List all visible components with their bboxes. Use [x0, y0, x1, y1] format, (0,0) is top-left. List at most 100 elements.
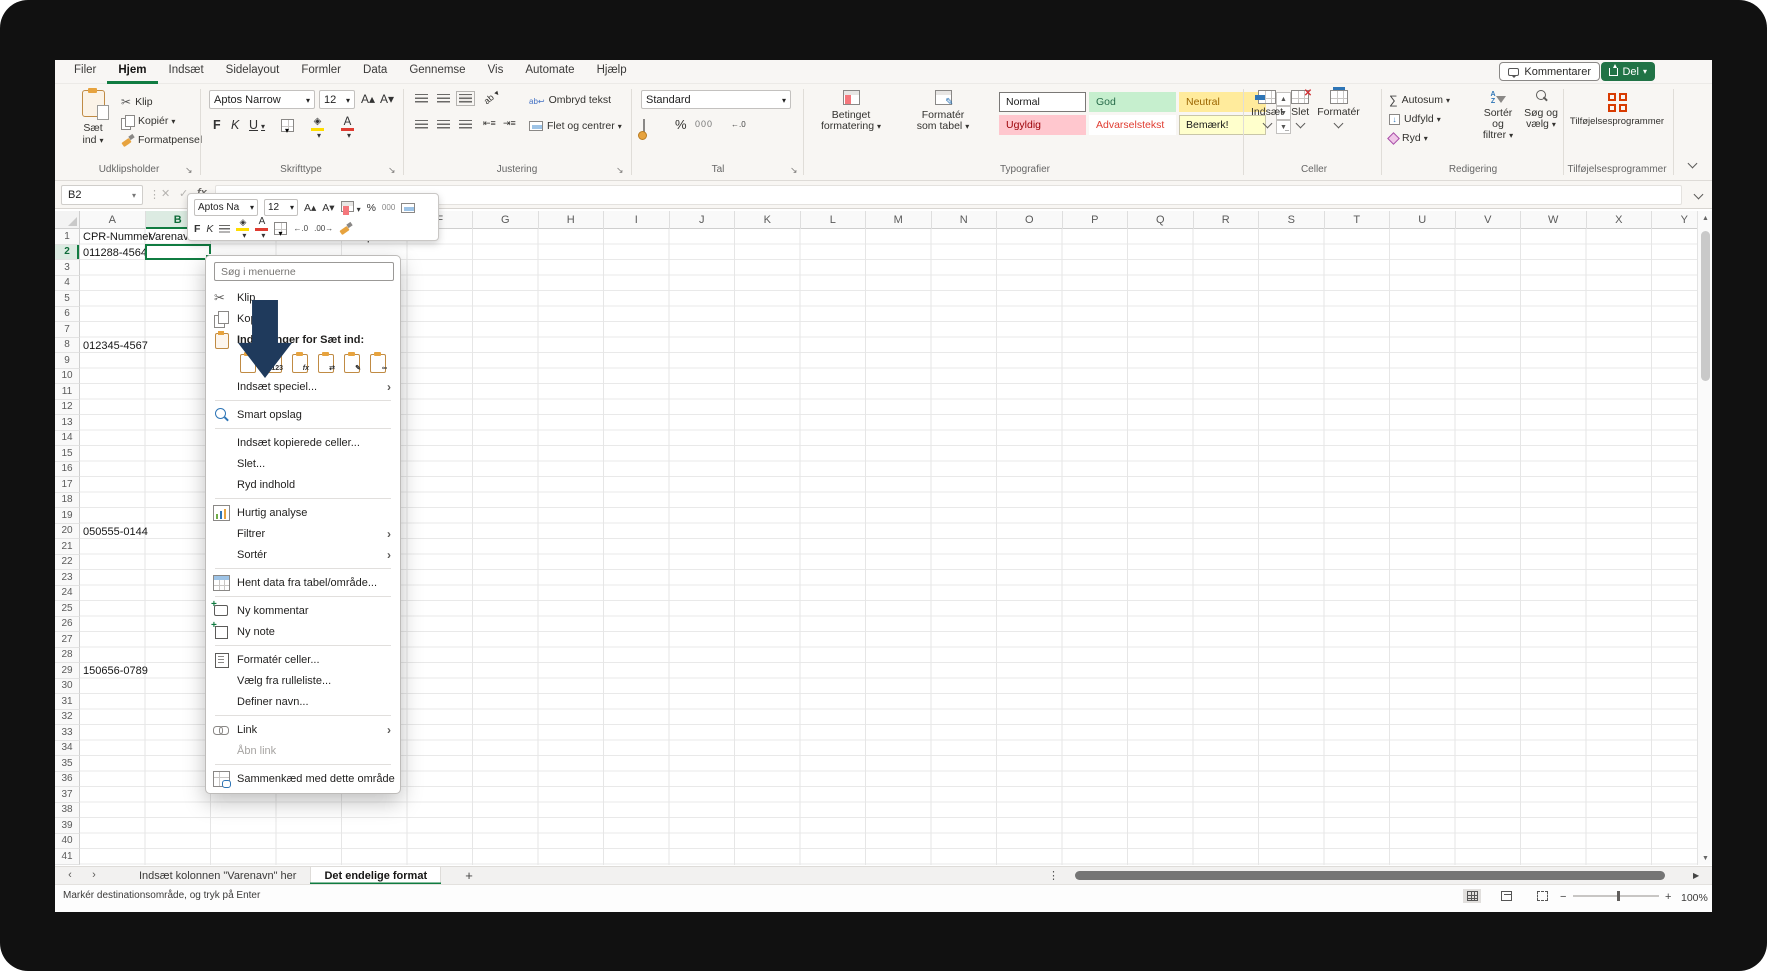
scroll-up-icon[interactable]: ▲ — [1698, 211, 1712, 225]
paste-option-formulas-icon[interactable]: fx — [289, 352, 310, 373]
name-box[interactable]: B2 — [61, 185, 143, 205]
column-header-P[interactable]: P — [1063, 211, 1129, 229]
paste-option-transpose-icon[interactable]: ⇄ — [315, 352, 336, 373]
comma-style-button[interactable]: 000 — [695, 119, 713, 129]
page-layout-view-icon[interactable] — [1497, 889, 1515, 903]
menu-item-smart-opslag[interactable]: Smart opslag — [206, 404, 400, 425]
row-header-34[interactable]: 34 — [55, 741, 80, 757]
menu-item-indstillinger-for-sæt-ind[interactable]: Indstillinger for Sæt ind: — [206, 329, 400, 350]
row-header-20[interactable]: 20 — [55, 524, 80, 540]
page-break-view-icon[interactable] — [1533, 889, 1551, 903]
ribbon-tab-hjælp[interactable]: Hjælp — [586, 60, 638, 84]
zoom-slider-thumb[interactable] — [1617, 891, 1620, 901]
mini-bold-button[interactable]: F — [194, 223, 200, 235]
row-header-2[interactable]: 2 — [55, 245, 80, 261]
copy-button[interactable]: Kopiér — [121, 113, 175, 129]
menu-item-indsæt-speciel[interactable]: Indsæt speciel... — [206, 376, 400, 397]
column-header-R[interactable]: R — [1194, 211, 1260, 229]
menu-item-hent-data-fra-tabel-område[interactable]: Hent data fra tabel/område... — [206, 572, 400, 593]
shrink-font-button[interactable]: A▾ — [380, 92, 394, 106]
cut-button[interactable]: Klip — [121, 94, 153, 110]
row-header-30[interactable]: 30 — [55, 679, 80, 695]
vertical-scrollbar[interactable]: ▲ ▼ — [1697, 211, 1712, 865]
formula-bar-expand-icon[interactable] — [1694, 190, 1704, 200]
ribbon-tab-automate[interactable]: Automate — [514, 60, 585, 84]
mini-shrink-font-button[interactable]: A▾ — [322, 202, 334, 214]
ribbon-tab-indsæt[interactable]: Indsæt — [158, 60, 215, 84]
sheet-bar-more-icon[interactable]: ⋮ — [1048, 869, 1059, 882]
menu-item-hurtig-analyse[interactable]: Hurtig analyse — [206, 502, 400, 523]
ribbon-tab-hjem[interactable]: Hjem — [107, 60, 157, 84]
autosum-button[interactable]: Autosum — [1389, 92, 1450, 108]
menu-item-ny-kommentar[interactable]: Ny kommentar — [206, 600, 400, 621]
mini-font-color-button[interactable]: A — [255, 217, 268, 241]
row-header-15[interactable]: 15 — [55, 446, 80, 462]
row-header-26[interactable]: 26 — [55, 617, 80, 633]
borders-button[interactable] — [281, 119, 294, 132]
menu-item-format-r-celler[interactable]: Formatér celler... — [206, 649, 400, 670]
grow-font-button[interactable]: A▴ — [361, 92, 375, 106]
underline-button[interactable]: U — [249, 118, 265, 132]
mini-borders-button[interactable] — [274, 222, 287, 235]
ribbon-tab-gennemse[interactable]: Gennemse — [398, 60, 476, 84]
row-header-16[interactable]: 16 — [55, 462, 80, 478]
comments-button[interactable]: Kommentarer — [1499, 62, 1600, 81]
conditional-formatting-button[interactable]: Betingetformatering — [811, 90, 891, 132]
next-sheet-icon[interactable]: › — [87, 869, 101, 881]
share-button[interactable]: Del ▾ — [1601, 62, 1655, 81]
row-header-13[interactable]: 13 — [55, 415, 80, 431]
find-select-button[interactable]: Søg ogvælg — [1523, 90, 1559, 130]
zoom-out-icon[interactable]: − — [1560, 891, 1566, 903]
row-header-24[interactable]: 24 — [55, 586, 80, 602]
menu-item-ryd-indhold[interactable]: Ryd indhold — [206, 474, 400, 495]
mini-merge-icon[interactable] — [401, 203, 415, 213]
row-header-40[interactable]: 40 — [55, 834, 80, 850]
formula-bar-dots-icon[interactable]: ⋮ — [149, 188, 160, 201]
column-header-U[interactable]: U — [1390, 211, 1456, 229]
menu-item-ny-note[interactable]: Ny note — [206, 621, 400, 642]
menu-item-filtrer[interactable]: Filtrer — [206, 523, 400, 544]
cancel-icon[interactable]: ✕ — [161, 187, 170, 200]
mini-align-icon[interactable] — [219, 225, 230, 233]
column-header-S[interactable]: S — [1259, 211, 1325, 229]
cell-style-advarselstekst[interactable]: Advarselstekst — [1089, 115, 1176, 135]
accounting-format-button[interactable] — [643, 119, 645, 138]
row-header-10[interactable]: 10 — [55, 369, 80, 385]
column-header-N[interactable]: N — [932, 211, 998, 229]
wrap-text-button[interactable]: Ombryd tekst — [529, 92, 611, 108]
column-header-T[interactable]: T — [1325, 211, 1391, 229]
menu-item-vælg-fra-rulleliste[interactable]: Vælg fra rulleliste... — [206, 670, 400, 691]
ribbon-tab-sidelayout[interactable]: Sidelayout — [215, 60, 291, 84]
select-all-corner[interactable] — [55, 211, 80, 229]
horizontal-scrollbar[interactable] — [1060, 871, 1690, 881]
cell-style-ugyldig[interactable]: Ugyldig — [999, 115, 1086, 135]
align-middle-icon[interactable] — [437, 94, 450, 103]
ribbon-tab-data[interactable]: Data — [352, 60, 398, 84]
row-header-29[interactable]: 29 — [55, 663, 80, 679]
column-header-I[interactable]: I — [604, 211, 670, 229]
menu-item-sort-r[interactable]: Sortér — [206, 544, 400, 565]
font-color-button[interactable]: A — [341, 117, 354, 141]
row-header-5[interactable]: 5 — [55, 291, 80, 307]
row-header-38[interactable]: 38 — [55, 803, 80, 819]
column-header-X[interactable]: X — [1587, 211, 1653, 229]
cell-style-normal[interactable]: Normal — [999, 92, 1086, 112]
row-header-31[interactable]: 31 — [55, 694, 80, 710]
normal-view-icon[interactable] — [1463, 889, 1481, 903]
align-bottom-icon[interactable] — [459, 94, 472, 103]
row-header-32[interactable]: 32 — [55, 710, 80, 726]
merge-center-button[interactable]: Flet og centrer — [529, 118, 622, 134]
column-header-V[interactable]: V — [1456, 211, 1522, 229]
column-header-A[interactable]: A — [80, 211, 146, 229]
zoom-percentage[interactable]: 100% — [1681, 892, 1708, 904]
row-header-19[interactable]: 19 — [55, 508, 80, 524]
row-header-7[interactable]: 7 — [55, 322, 80, 338]
zoom-in-icon[interactable]: + — [1665, 891, 1671, 903]
menu-item-klip[interactable]: Klip — [206, 287, 400, 308]
column-header-H[interactable]: H — [539, 211, 605, 229]
mini-font-name-select[interactable]: Aptos Na — [194, 199, 258, 216]
addins-button-label[interactable]: Tilføjelsesprogrammer — [1567, 116, 1667, 127]
paste-button[interactable]: Sæt ind — [71, 90, 115, 146]
format-painter-button[interactable]: Formatpensel — [121, 132, 202, 148]
row-header-4[interactable]: 4 — [55, 276, 80, 292]
